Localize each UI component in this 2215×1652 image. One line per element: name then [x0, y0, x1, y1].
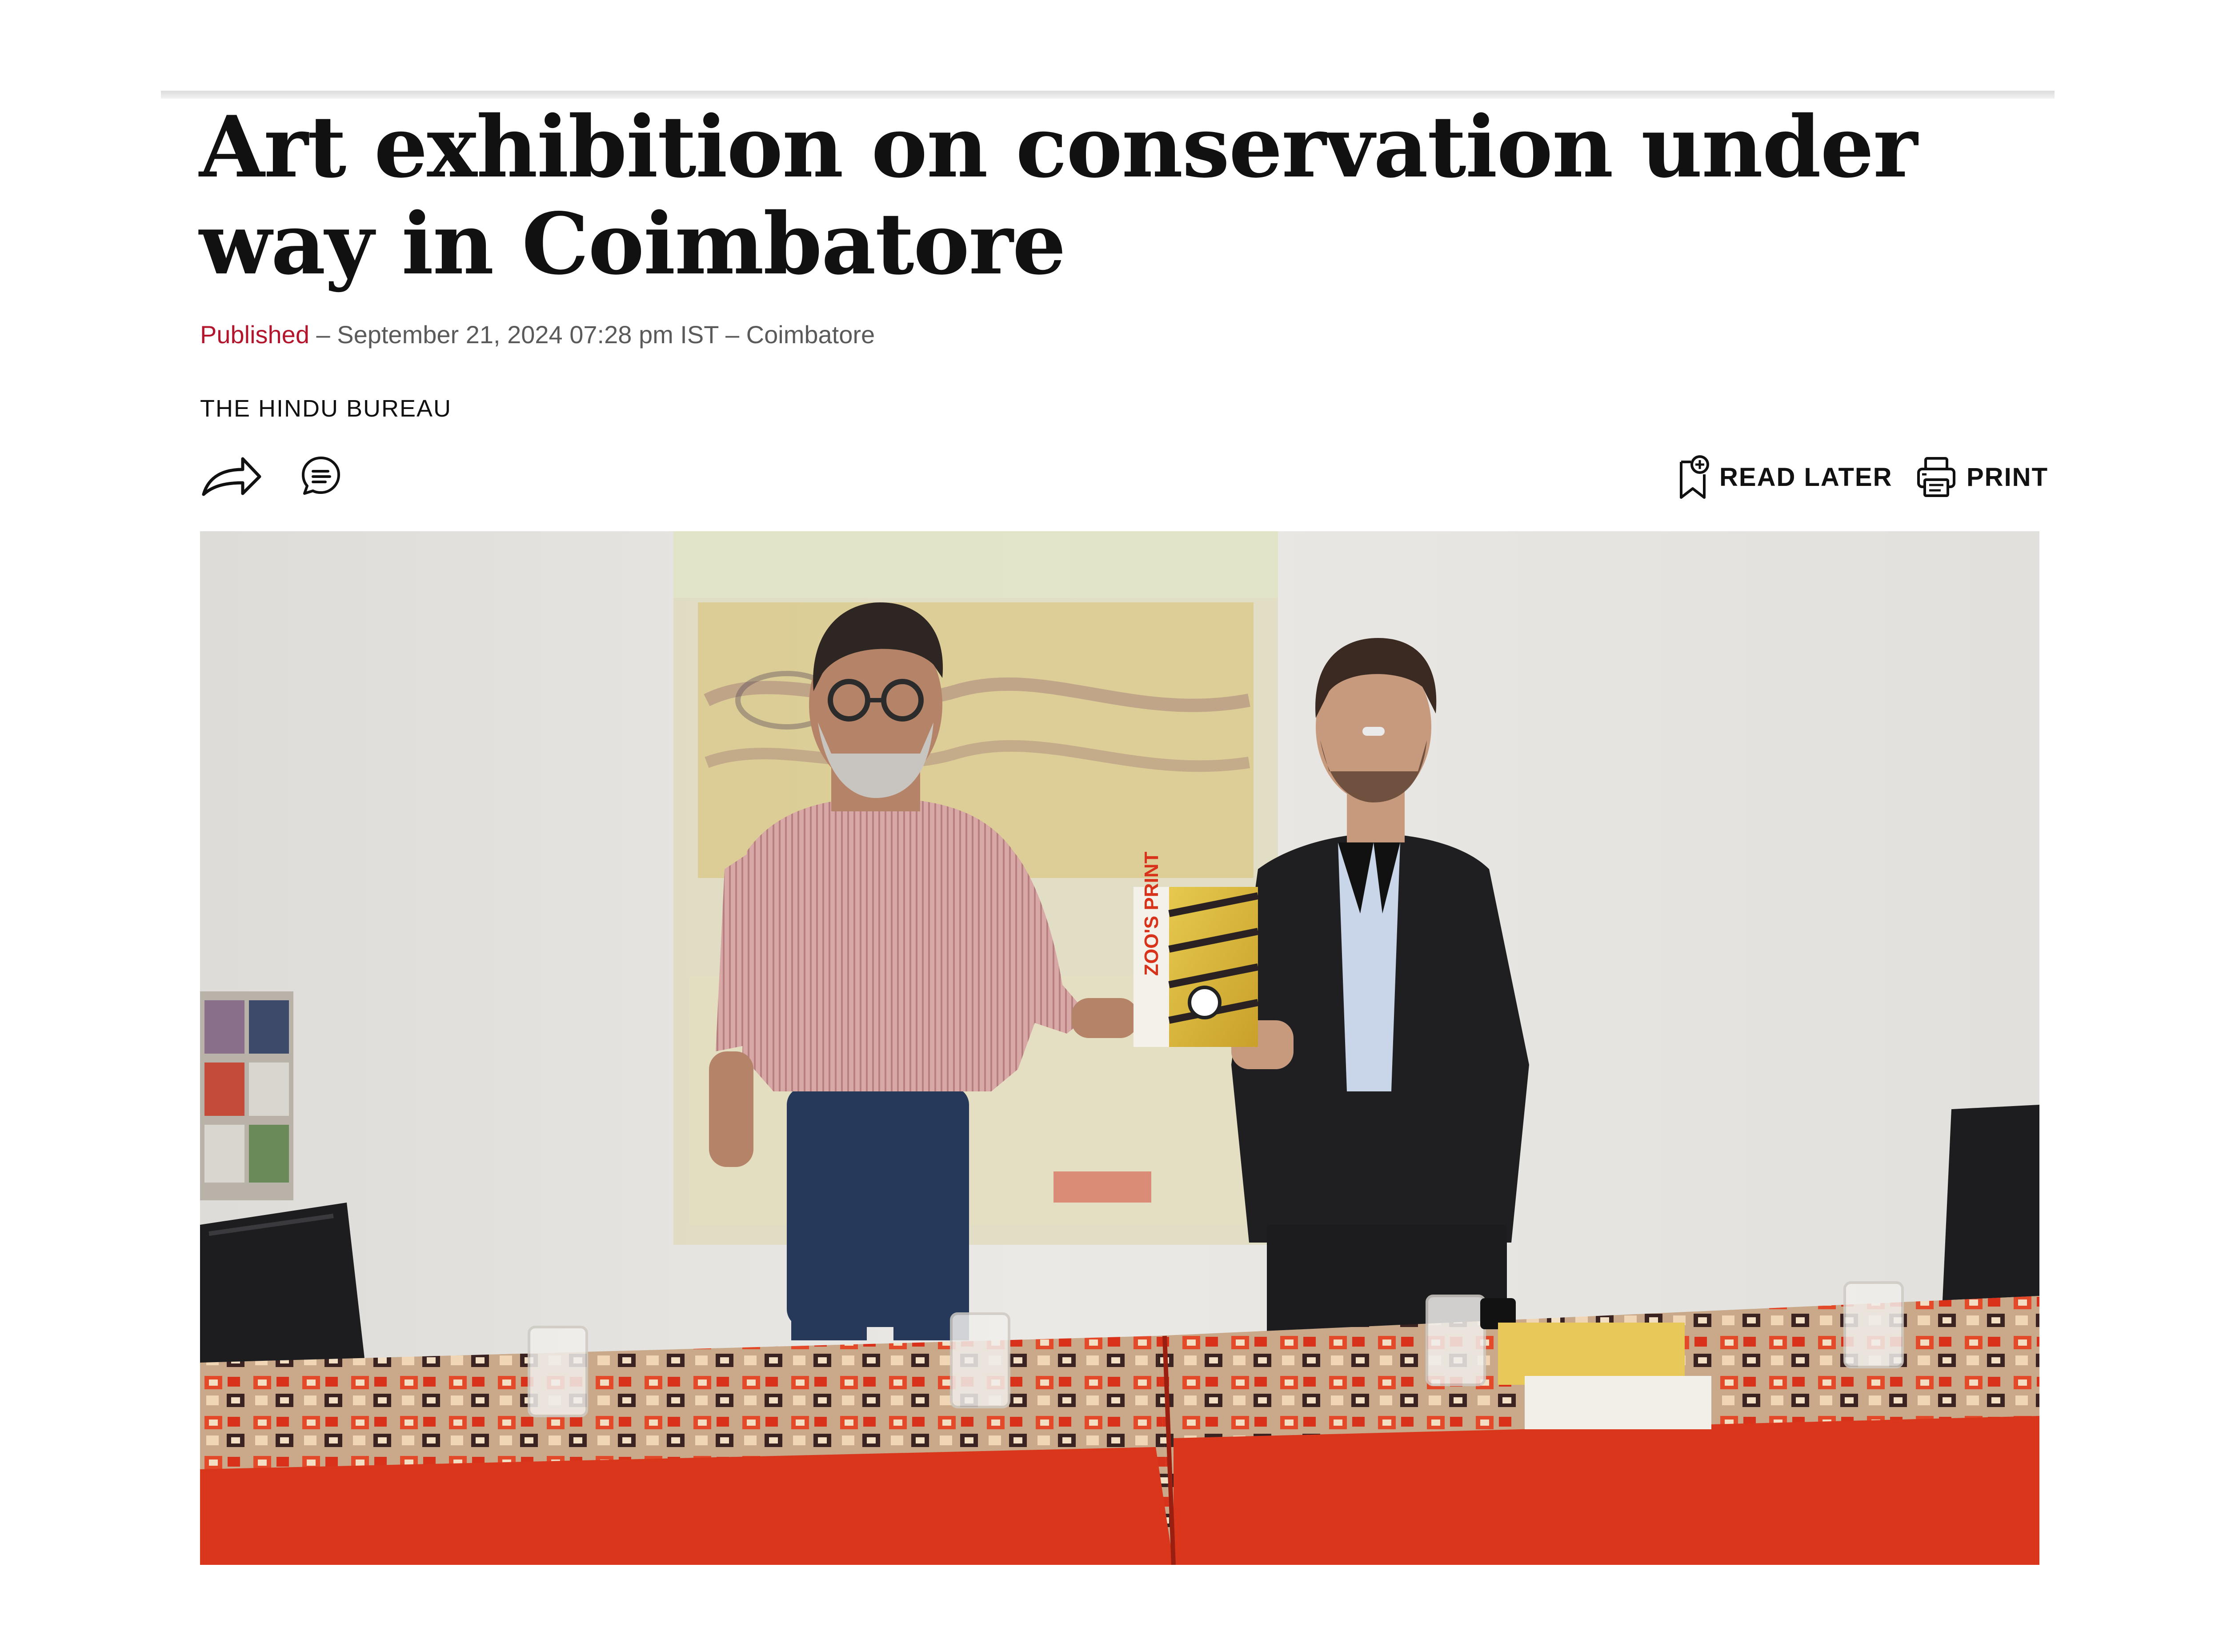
printer-icon: [1917, 457, 1955, 497]
publish-meta: Published – September 21, 2024 07:28 pm …: [200, 319, 875, 350]
print-label: PRINT: [1967, 462, 2048, 492]
read-later-button[interactable]: READ LATER: [1678, 453, 1892, 501]
share-arrow-icon[interactable]: [200, 453, 262, 498]
read-later-label: READ LATER: [1719, 462, 1893, 492]
published-label: Published: [200, 321, 309, 349]
comment-bubble-icon[interactable]: [300, 455, 341, 496]
bookmark-plus-icon: [1680, 455, 1709, 499]
article-photo: ZOO'S PRINT: [200, 531, 2039, 1565]
photo-scene: ZOO'S PRINT: [200, 531, 2039, 1565]
book-title: ZOO'S PRINT: [1141, 852, 1162, 976]
article-headline: Art exhibition on conservation under way…: [199, 97, 1918, 293]
print-button[interactable]: PRINT: [1916, 453, 2048, 501]
article-page: Art exhibition on conservation under way…: [0, 0, 2215, 1652]
publish-date-location: – September 21, 2024 07:28 pm IST – Coim…: [309, 321, 875, 349]
byline[interactable]: THE HINDU BUREAU: [200, 394, 452, 423]
